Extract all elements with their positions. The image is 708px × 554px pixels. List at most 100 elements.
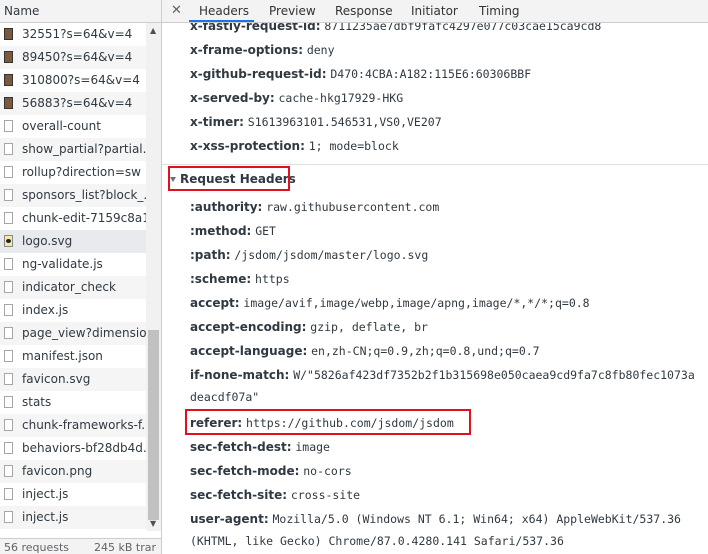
header-name: :authority:	[190, 200, 263, 214]
file-icon	[4, 258, 13, 270]
header-value: W/"5826af423df7352b2f1b315698e050caea9cd…	[293, 368, 695, 382]
header-name: user-agent:	[190, 512, 269, 526]
request-row[interactable]: rollup?direction=sw	[0, 161, 146, 184]
request-row[interactable]: page_view?dimensio...	[0, 322, 146, 345]
header-value: raw.githubusercontent.com	[266, 200, 440, 214]
file-icon	[4, 304, 13, 316]
svg-file-icon	[4, 235, 13, 247]
request-row[interactable]: behaviors-bf28db4d...	[0, 437, 146, 460]
request-row[interactable]: sponsors_list?block_...	[0, 184, 146, 207]
header-value: deacdf07a"	[190, 390, 260, 404]
request-row[interactable]: inject.js	[0, 506, 146, 529]
request-name: favicon.svg	[22, 372, 91, 386]
header-name: x-xss-protection:	[190, 139, 305, 153]
request-name: favicon.png	[22, 464, 93, 478]
request-row[interactable]: stats	[0, 391, 146, 414]
name-column-header[interactable]: Name	[0, 0, 162, 23]
header-value: 1; mode=block	[308, 139, 399, 153]
name-column-label: Name	[4, 4, 40, 18]
request-header-row: sec-fetch-mode: no-cors	[190, 464, 352, 478]
header-value: no-cors	[303, 464, 352, 478]
tab-headers[interactable]: Headers	[199, 4, 249, 18]
tab-response[interactable]: Response	[335, 4, 393, 18]
request-header-row: accept: image/avif,image/webp,image/apng…	[190, 296, 590, 310]
request-row[interactable]: favicon.svg	[0, 368, 146, 391]
request-row[interactable]: chunk-edit-7159c8a1	[0, 207, 146, 230]
request-name: 310800?s=64&v=4	[22, 73, 140, 87]
request-header-row: user-agent: Mozilla/5.0 (Windows NT 6.1;…	[190, 512, 681, 526]
scroll-up-arrow-icon[interactable]: ▲	[150, 26, 156, 35]
request-name: page_view?dimensio...	[22, 326, 146, 340]
details-tab-bar: ✕ Headers Preview Response Initiator Tim…	[162, 0, 708, 23]
header-name: :scheme:	[190, 272, 252, 286]
request-header-row: :authority: raw.githubusercontent.com	[190, 200, 439, 214]
request-list-scrollbar[interactable]: ▲ ▼	[146, 23, 161, 531]
file-icon	[4, 419, 13, 431]
file-icon	[4, 281, 13, 293]
header-name: x-served-by:	[190, 91, 275, 105]
header-value: cross-site	[290, 488, 361, 502]
header-name: x-fastly-request-id:	[190, 23, 321, 33]
avatar-image-icon	[4, 97, 13, 109]
request-row[interactable]: favicon.png	[0, 460, 146, 483]
request-row[interactable]: manifest.json	[0, 345, 146, 368]
request-row[interactable]: indicator_check	[0, 276, 146, 299]
file-icon	[4, 488, 13, 500]
header-value: deny	[306, 43, 335, 57]
request-header-row: :scheme: https	[190, 272, 290, 286]
request-row[interactable]: index.js	[0, 299, 146, 322]
request-header-row: :method: GET	[190, 224, 276, 238]
avatar-image-icon	[4, 74, 13, 86]
tab-preview[interactable]: Preview	[269, 4, 316, 18]
header-value: https	[255, 272, 290, 286]
file-icon	[4, 396, 13, 408]
file-icon	[4, 189, 13, 201]
scrollbar-thumb[interactable]	[148, 330, 159, 520]
file-icon	[4, 212, 13, 224]
header-name: x-frame-options:	[190, 43, 303, 57]
response-header-row: x-frame-options: deny	[190, 43, 335, 57]
request-count: 56 requests	[4, 541, 70, 554]
request-name: ng-validate.js	[22, 257, 103, 271]
request-row[interactable]: 32551?s=64&v=4	[0, 23, 146, 46]
request-details-panel: ✕ Headers Preview Response Initiator Tim…	[162, 0, 708, 554]
request-header-row: (KHTML, like Gecko) Chrome/87.0.4280.141…	[190, 534, 564, 548]
header-value: S1613963101.546531,VS0,VE207	[247, 115, 442, 129]
request-row[interactable]: ng-validate.js	[0, 253, 146, 276]
header-value: 8711235ae7dbf9fafc4297e077c03cae15ca9cd8	[324, 23, 602, 33]
close-icon[interactable]: ✕	[171, 3, 182, 18]
header-name: :path:	[190, 248, 231, 262]
avatar-image-icon	[4, 28, 13, 40]
request-row[interactable]: logo.svg	[0, 230, 146, 253]
request-row[interactable]: 56883?s=64&v=4	[0, 92, 146, 115]
request-row[interactable]: show_partial?partial...	[0, 138, 146, 161]
header-name: :method:	[190, 224, 252, 238]
request-name: 56883?s=64&v=4	[22, 96, 133, 110]
tab-initiator[interactable]: Initiator	[411, 4, 458, 18]
header-name: accept-language:	[190, 344, 308, 358]
header-name: if-none-match:	[190, 368, 290, 382]
header-name: accept:	[190, 296, 240, 310]
request-name: behaviors-bf28db4d...	[22, 441, 146, 455]
request-header-row: :path: /jsdom/jsdom/master/logo.svg	[190, 248, 428, 262]
response-header-row: x-served-by: cache-hkg17929-HKG	[190, 91, 403, 105]
request-row[interactable]: overall-count	[0, 115, 146, 138]
request-row[interactable]: 89450?s=64&v=4	[0, 46, 146, 69]
headers-content: Request Headers x-fastly-request-id: 871…	[162, 23, 708, 554]
request-header-row: sec-fetch-site: cross-site	[190, 488, 360, 502]
request-name: inject.js	[22, 487, 69, 501]
header-name: sec-fetch-dest:	[190, 440, 292, 454]
request-name: chunk-frameworks-f...	[22, 418, 146, 432]
request-row[interactable]: 310800?s=64&v=4	[0, 69, 146, 92]
request-row[interactable]: chunk-frameworks-f...	[0, 414, 146, 437]
header-value: cache-hkg17929-HKG	[278, 91, 404, 105]
request-name: stats	[22, 395, 52, 409]
tab-timing[interactable]: Timing	[479, 4, 520, 18]
scroll-down-arrow-icon[interactable]: ▼	[150, 519, 156, 528]
request-name: chunk-edit-7159c8a1	[22, 211, 146, 225]
request-name: 32551?s=64&v=4	[22, 27, 133, 41]
response-header-row: x-timer: S1613963101.546531,VS0,VE207	[190, 115, 442, 129]
request-row[interactable]: inject.js	[0, 483, 146, 506]
header-value: GET	[255, 224, 276, 238]
request-name: logo.svg	[22, 234, 73, 248]
